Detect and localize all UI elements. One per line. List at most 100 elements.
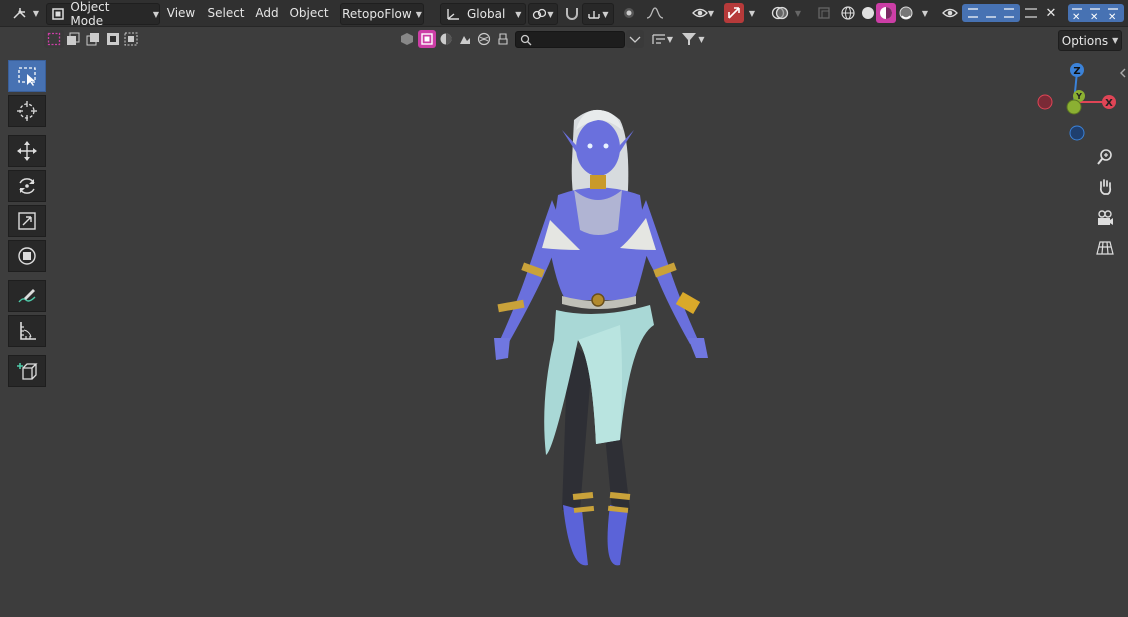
- filter-mesh-button[interactable]: [398, 30, 416, 48]
- filter-brush-button[interactable]: [494, 30, 512, 48]
- gizmo-dropdown[interactable]: ▼: [746, 3, 758, 23]
- overlay-dropdown[interactable]: ▼: [792, 3, 804, 23]
- tool-annotate[interactable]: [8, 280, 46, 312]
- menu-object[interactable]: Object: [288, 3, 330, 23]
- select-invert-icon: [107, 33, 119, 45]
- perspective-toggle-button[interactable]: [1092, 235, 1118, 261]
- measure-ruler-icon: [20, 322, 36, 340]
- chevron-down-icon: ▼: [794, 8, 802, 18]
- falloff-dropdown[interactable]: [642, 3, 668, 23]
- select-mode-subtract[interactable]: [84, 30, 102, 48]
- select-extend-icon: [67, 32, 80, 45]
- chevron-down-icon: ▼: [415, 9, 422, 19]
- select-mode-new[interactable]: [44, 30, 64, 48]
- orientation-dropdown[interactable]: Global ▼: [440, 3, 526, 25]
- navigation-gizmo[interactable]: X Z Y: [1030, 60, 1120, 150]
- proportional-edit-toggle[interactable]: [620, 3, 638, 23]
- tool-cursor[interactable]: [8, 95, 46, 127]
- layout-sub-button[interactable]: [1020, 3, 1042, 23]
- filter-texture-button[interactable]: [456, 30, 474, 48]
- hand-icon: [1099, 179, 1112, 195]
- cube-icon: [401, 33, 413, 45]
- select-subtract-icon: [86, 33, 99, 46]
- snap-target-dropdown[interactable]: ▼: [582, 3, 614, 25]
- overlay-toggle[interactable]: [768, 3, 792, 23]
- gizmo-toggle[interactable]: [724, 3, 744, 23]
- layout-lines-icon: ✕ ✕ ✕: [1072, 8, 1118, 22]
- eye-icon: [942, 8, 958, 18]
- tool-select-box[interactable]: [8, 60, 46, 92]
- search-field[interactable]: [515, 31, 625, 48]
- mode-dropdown[interactable]: Object Mode ▼: [46, 0, 160, 28]
- pan-button[interactable]: [1092, 174, 1118, 200]
- grid-perspective-icon: [1096, 241, 1114, 255]
- retopoflow-dropdown[interactable]: RetopoFlow ▼: [340, 3, 424, 25]
- chevron-down-icon: ▼: [698, 34, 705, 44]
- shading-material-button[interactable]: [876, 3, 896, 23]
- layout-buttons-group-2[interactable]: ✕ ✕ ✕: [1068, 4, 1124, 22]
- filter-world-button[interactable]: [475, 30, 493, 48]
- gizmo-arrow-icon: [728, 7, 740, 19]
- wireframe-sphere-icon: [841, 6, 855, 20]
- menu-view[interactable]: View: [164, 3, 198, 23]
- layout-buttons-group[interactable]: [962, 4, 1020, 22]
- object-mode-icon: [52, 8, 64, 20]
- sidebar-toggle[interactable]: [1118, 66, 1128, 80]
- editor-type-button[interactable]: ▼: [8, 3, 42, 23]
- chevron-down-icon: ▼: [32, 8, 40, 18]
- select-mode-invert[interactable]: [104, 30, 122, 48]
- annotate-pencil-icon: [18, 289, 36, 303]
- shading-wireframe-button[interactable]: [838, 3, 858, 23]
- snap-toggle[interactable]: [562, 3, 582, 23]
- chevron-down-icon: ▼: [152, 9, 159, 19]
- tool-move[interactable]: [8, 135, 46, 167]
- world-icon: [477, 32, 491, 46]
- zoom-button[interactable]: [1092, 144, 1118, 170]
- transform-icon: [18, 247, 36, 265]
- z-axis-label: Z: [1073, 66, 1080, 77]
- pivot-dropdown[interactable]: ▼: [528, 3, 558, 25]
- tool-add-cube[interactable]: [8, 355, 46, 387]
- select-mode-intersect[interactable]: [122, 30, 140, 48]
- cursor-3d-icon: [17, 101, 37, 121]
- rotate-icon: [19, 178, 35, 194]
- snap-increment-icon: [588, 11, 601, 19]
- close-area-button[interactable]: ✕: [1042, 3, 1060, 23]
- filter-material-button[interactable]: [437, 30, 455, 48]
- search-icon: [520, 34, 532, 45]
- menu-select[interactable]: Select: [206, 3, 246, 23]
- select-mode-extend[interactable]: [64, 30, 82, 48]
- chevron-down-icon: ▼: [748, 8, 756, 18]
- chevron-down-icon: ▼: [602, 9, 609, 19]
- show-eye-toggle[interactable]: [940, 3, 960, 23]
- visibility-dropdown[interactable]: ▼: [688, 3, 718, 23]
- shading-dropdown[interactable]: ▼: [918, 3, 932, 23]
- magnet-icon: [566, 8, 578, 20]
- search-dropdown[interactable]: [626, 30, 644, 48]
- camera-view-button[interactable]: [1092, 205, 1118, 231]
- zoom-magnifier-icon: [1097, 149, 1112, 165]
- camera-icon: [1098, 210, 1113, 225]
- funnel-icon: [682, 33, 697, 45]
- filter-dropdown[interactable]: ▼: [678, 30, 708, 48]
- xray-toggle[interactable]: [814, 3, 834, 23]
- options-dropdown[interactable]: Options ▼: [1058, 30, 1122, 51]
- menu-add[interactable]: Add: [254, 3, 280, 23]
- tool-transform[interactable]: [8, 240, 46, 272]
- tool-measure[interactable]: [8, 315, 46, 347]
- y-axis-label: Y: [1075, 92, 1082, 101]
- object-square-icon: [421, 33, 433, 45]
- layout-small-icon: [1025, 8, 1037, 18]
- add-cube-icon: [17, 363, 38, 380]
- chevron-down-icon: ▼: [921, 8, 929, 18]
- sort-dropdown[interactable]: ▼: [648, 30, 676, 48]
- editor-type-icon: [13, 8, 26, 19]
- chevron-down-icon: ▼: [707, 8, 715, 18]
- filter-object-button[interactable]: [418, 30, 436, 48]
- tool-settings-header: ▼ ▼ Options ▼: [0, 27, 1128, 53]
- shading-solid-button[interactable]: [858, 3, 878, 23]
- tool-rotate[interactable]: [8, 170, 46, 202]
- character-model[interactable]: [470, 100, 730, 580]
- tool-scale[interactable]: [8, 205, 46, 237]
- shading-rendered-button[interactable]: [896, 3, 916, 23]
